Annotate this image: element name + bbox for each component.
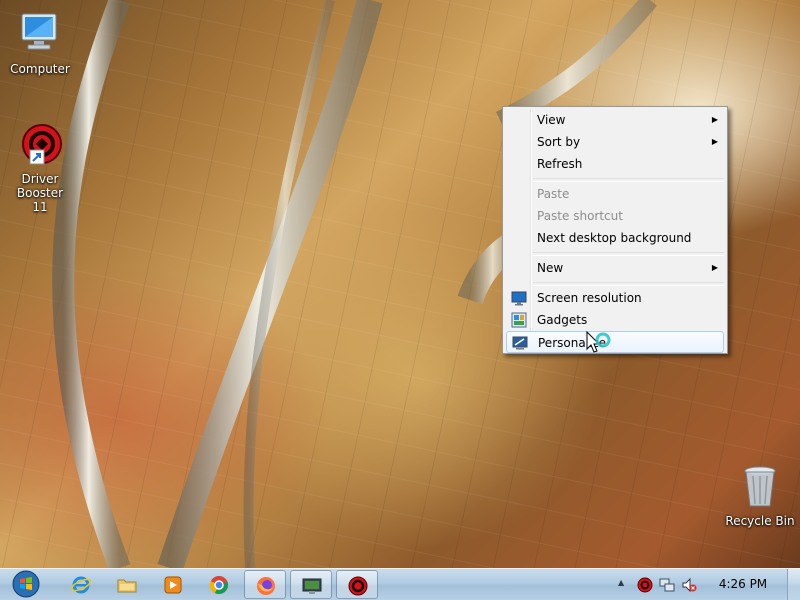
system-tray: ▲ 4:26 PM [610,569,800,600]
desktop-icon-driver-booster[interactable]: Driver Booster 11 [0,120,80,214]
driver-booster-icon [16,120,64,168]
taskbar-internet-explorer-button[interactable] [60,570,102,599]
menu-item-paste-shortcut: Paste shortcut [537,209,623,223]
desktop-icon-label: Driver Booster [16,172,64,200]
computer-icon [16,10,64,58]
show-hidden-icons-button[interactable]: ▲ [618,578,624,587]
menu-separator [533,282,724,286]
recycle-bin-icon [736,462,784,510]
network-icon[interactable] [659,577,675,593]
taskbar: ▲ 4:26 PM [0,568,800,600]
menu-separator [533,252,724,256]
menu-item-sort-by[interactable]: Sort by ▶ [506,131,724,153]
driver-booster-icon [348,576,368,596]
volume-muted-icon[interactable] [681,577,697,593]
show-desktop-button[interactable] [787,569,800,600]
start-button[interactable] [2,570,50,599]
submenu-arrow-icon: ▶ [711,263,718,272]
windows-start-icon [12,570,40,598]
menu-item-gadgets[interactable]: Gadgets [506,309,724,331]
driver-booster-tray-icon[interactable] [637,577,653,593]
submenu-arrow-icon: ▶ [711,137,718,146]
menu-item-next-desktop-background[interactable]: Next desktop background [506,227,724,249]
taskbar-clock[interactable]: 4:26 PM [713,569,773,600]
desktop-icon-computer[interactable]: Computer [0,10,80,76]
desktop-icon-recycle-bin[interactable]: Recycle Bin [720,462,800,528]
taskbar-driver-booster-button[interactable] [336,570,378,599]
taskbar-virtual-machine-button[interactable] [290,570,332,599]
menu-item-refresh[interactable]: Refresh [506,153,724,175]
desktop[interactable]: Computer Driver Booster 11 Recycle Bin V… [0,0,800,568]
taskbar-media-player-button[interactable] [152,570,194,599]
screen-resolution-icon [511,291,527,306]
menu-item-paste: Paste [537,187,570,201]
chrome-icon [209,576,228,594]
menu-separator [533,178,724,182]
media-player-icon [164,576,182,594]
desktop-icon-label: Recycle Bin [725,514,795,528]
firefox-icon [257,577,275,595]
internet-explorer-icon [71,576,91,594]
virtual-machine-icon [302,578,322,594]
taskbar-firefox-button[interactable] [244,570,286,599]
desktop-icon-label: Computer [10,62,70,76]
menu-item-view[interactable]: View ▶ [506,109,724,131]
gadgets-icon [511,312,527,328]
desktop-icon-label-line2: 11 [32,200,48,214]
taskbar-chrome-button[interactable] [198,570,240,599]
desktop-context-menu: View ▶ Sort by ▶ Refresh Paste Paste sho… [502,106,728,354]
taskbar-file-explorer-button[interactable] [106,570,148,599]
menu-item-new[interactable]: New ▶ [506,257,724,279]
file-explorer-icon [117,579,137,593]
busy-cursor-icon [586,331,611,353]
menu-item-screen-resolution[interactable]: Screen resolution [506,287,724,309]
personalize-icon [512,336,528,350]
submenu-arrow-icon: ▶ [711,115,718,124]
